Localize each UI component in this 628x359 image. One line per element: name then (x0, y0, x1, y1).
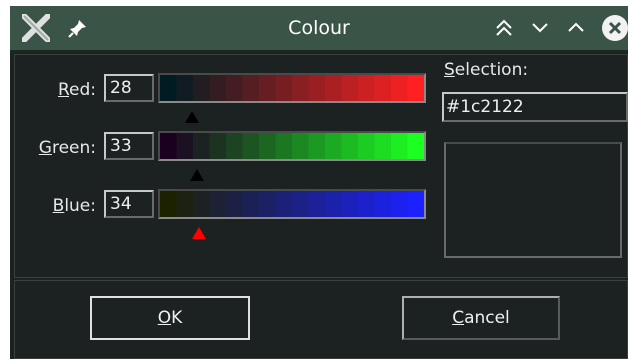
green-value-field[interactable]: 33 (104, 132, 154, 160)
app-logo-icon[interactable] (22, 14, 50, 42)
title-bar[interactable]: Colour (10, 6, 628, 52)
colour-dialog: Colour Red: 28 Green: 33 Blue: 34 Select… (10, 6, 628, 359)
close-button[interactable] (602, 15, 628, 41)
red-value-field[interactable]: 28 (104, 74, 154, 102)
blue-slider-marker[interactable] (192, 227, 206, 239)
selection-label: Selection: (444, 60, 529, 80)
pin-icon[interactable] (68, 18, 88, 38)
close-icon (608, 21, 622, 35)
selection-hex-field[interactable]: #1c2122 (442, 92, 628, 122)
blue-label: Blue: (52, 196, 96, 216)
blue-slider[interactable] (158, 189, 426, 219)
green-slider[interactable] (158, 131, 426, 161)
red-slider[interactable] (158, 73, 426, 103)
shade-icon[interactable] (492, 16, 516, 40)
minimize-icon[interactable] (528, 16, 552, 40)
cancel-button[interactable]: Cancel (402, 296, 560, 340)
red-label: Red: (57, 80, 96, 100)
green-slider-marker[interactable] (190, 169, 204, 181)
red-slider-marker[interactable] (185, 111, 199, 123)
selection-swatch (444, 142, 622, 258)
ok-button[interactable]: OK (90, 296, 250, 340)
green-label: Green: (38, 138, 96, 158)
maximize-icon[interactable] (564, 16, 588, 40)
blue-value-field[interactable]: 34 (104, 190, 154, 218)
